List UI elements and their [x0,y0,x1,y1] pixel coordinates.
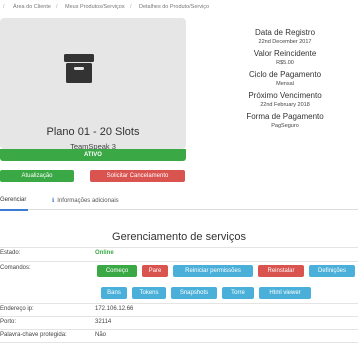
status-badge: ATIVO [0,149,186,161]
tab-additional-info[interactable]: ℹ Informações adicionais [52,197,119,204]
breadcrumb-my-products-link[interactable]: Meus Produtos/Serviços [65,4,125,10]
recurring-amount-value: R$5.00 [276,60,294,66]
payment-method-label: Forma de Pagamento [246,112,324,121]
info-icon: ℹ [52,198,55,204]
box-archive-icon [64,54,94,83]
restart-permissions-button[interactable]: Reiniciar permissões [173,265,253,277]
breadcrumb-current: Detalhes do Produto/Serviço [139,4,210,10]
port-label: Porto: [0,319,17,325]
breadcrumb: / Área do Cliente / Meus Produtos/Serviç… [0,0,358,14]
status-label: Estado: [0,250,21,256]
section-title: Gerenciamento de serviços [112,231,246,243]
next-due-date-label: Próximo Vencimento [248,91,322,100]
registration-date-label: Data de Registro [254,28,316,37]
product-name: Plano 01 - 20 Slots [46,126,140,138]
start-button[interactable]: Começo [97,265,137,277]
divider [0,261,358,262]
breadcrumb-separator: / [3,4,5,10]
divider [0,303,358,304]
reinstall-button[interactable]: Reinstalar [258,265,304,277]
ip-address-label: Endereço ip: [0,306,34,312]
tokens-button[interactable]: Tokens [132,287,166,299]
divider [0,342,358,343]
snapshots-button[interactable]: Snapshots [171,287,217,299]
stop-button[interactable]: Pare [142,265,168,277]
tab-bar: Gerenciar ℹ Informações adicionais [0,191,358,211]
commands-label: Comandos: [0,265,31,271]
breadcrumb-client-area-link[interactable]: Área do Cliente [13,4,51,10]
status-value: Online [95,250,114,256]
billing-cycle-label: Ciclo de Pagamento [248,70,322,79]
tab-additional-info-label: Informações adicionais [57,198,119,204]
tower-button[interactable]: Torre [222,287,254,299]
breadcrumb-separator: / [130,4,132,10]
next-due-date-value: 22nd February 2018 [260,102,310,108]
password-protected-value: Não [95,332,107,338]
product-card: Plano 01 - 20 Slots TeamSpeak 3 [0,18,186,151]
upgrade-button[interactable]: Atualização [0,170,74,182]
tab-manage[interactable]: Gerenciar [0,197,29,211]
request-cancellation-button[interactable]: Solicitar Cancelamento [90,170,185,182]
html-viewer-button[interactable]: Html viewer [259,287,311,299]
breadcrumb-separator: / [56,4,58,10]
divider [0,316,358,317]
registration-date-value: 22nd December 2017 [258,39,312,45]
divider [0,247,358,248]
recurring-amount-label: Valor Reincidente [253,49,317,58]
password-protected-label: Palavra-chave protegida: [0,332,67,338]
payment-method-value: PagSeguro [271,123,299,129]
billing-info: Data de Registro 22nd December 2017 Valo… [212,24,358,129]
port-value: 32114 [95,319,112,325]
bans-button[interactable]: Bans [101,287,127,299]
ip-address-value: 172.106.12.66 [95,306,134,312]
settings-button[interactable]: Definições [309,265,355,277]
billing-cycle-value: Mensal [276,81,294,87]
divider [0,329,358,330]
